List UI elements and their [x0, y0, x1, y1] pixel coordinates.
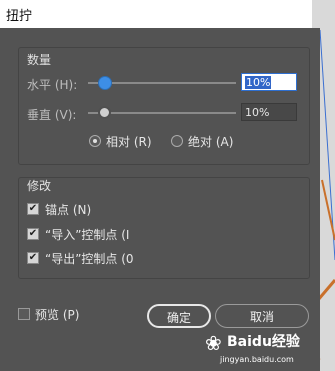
- out-control-points-label[interactable]: “导出”控制点 (0: [45, 250, 134, 267]
- vertical-label: 垂直 (V):: [27, 108, 77, 122]
- in-control-points-label[interactable]: “导入”控制点 (I: [45, 226, 129, 243]
- preview-label[interactable]: 预览 (P): [35, 306, 79, 323]
- anchor-points-checkbox[interactable]: ✔: [27, 203, 39, 215]
- watermark-text: Baidu经验: [227, 334, 300, 350]
- quantity-title: 数量: [27, 53, 52, 67]
- ok-button[interactable]: 确定: [147, 304, 211, 328]
- absolute-radio[interactable]: [171, 135, 183, 147]
- absolute-label[interactable]: 绝对 (A): [188, 133, 233, 150]
- preview-checkbox[interactable]: [18, 308, 30, 320]
- horizontal-label: 水平 (H):: [27, 78, 78, 92]
- baidu-watermark: ❀ Baidu经验 jingyan.baidu.com: [205, 328, 325, 368]
- horizontal-value-field[interactable]: 10%: [241, 73, 297, 91]
- title-bar[interactable]: 扭拧: [0, 0, 312, 28]
- window-title: 扭拧: [6, 9, 33, 24]
- vertical-slider-thumb[interactable]: [98, 106, 111, 119]
- modify-title: 修改: [27, 179, 52, 193]
- out-control-points-checkbox[interactable]: ✔: [27, 252, 39, 264]
- cancel-button[interactable]: 取消: [215, 304, 309, 328]
- horizontal-slider-thumb[interactable]: [98, 76, 112, 90]
- in-control-points-checkbox[interactable]: ✔: [27, 228, 39, 240]
- watermark-url: jingyan.baidu.com: [220, 355, 294, 364]
- anchor-points-label[interactable]: 锚点 (N): [45, 201, 91, 218]
- baidu-paw-icon: ❀: [205, 331, 222, 355]
- relative-label[interactable]: 相对 (R): [106, 133, 152, 150]
- relative-radio[interactable]: [89, 135, 101, 147]
- vertical-value-field[interactable]: 10%: [241, 103, 297, 121]
